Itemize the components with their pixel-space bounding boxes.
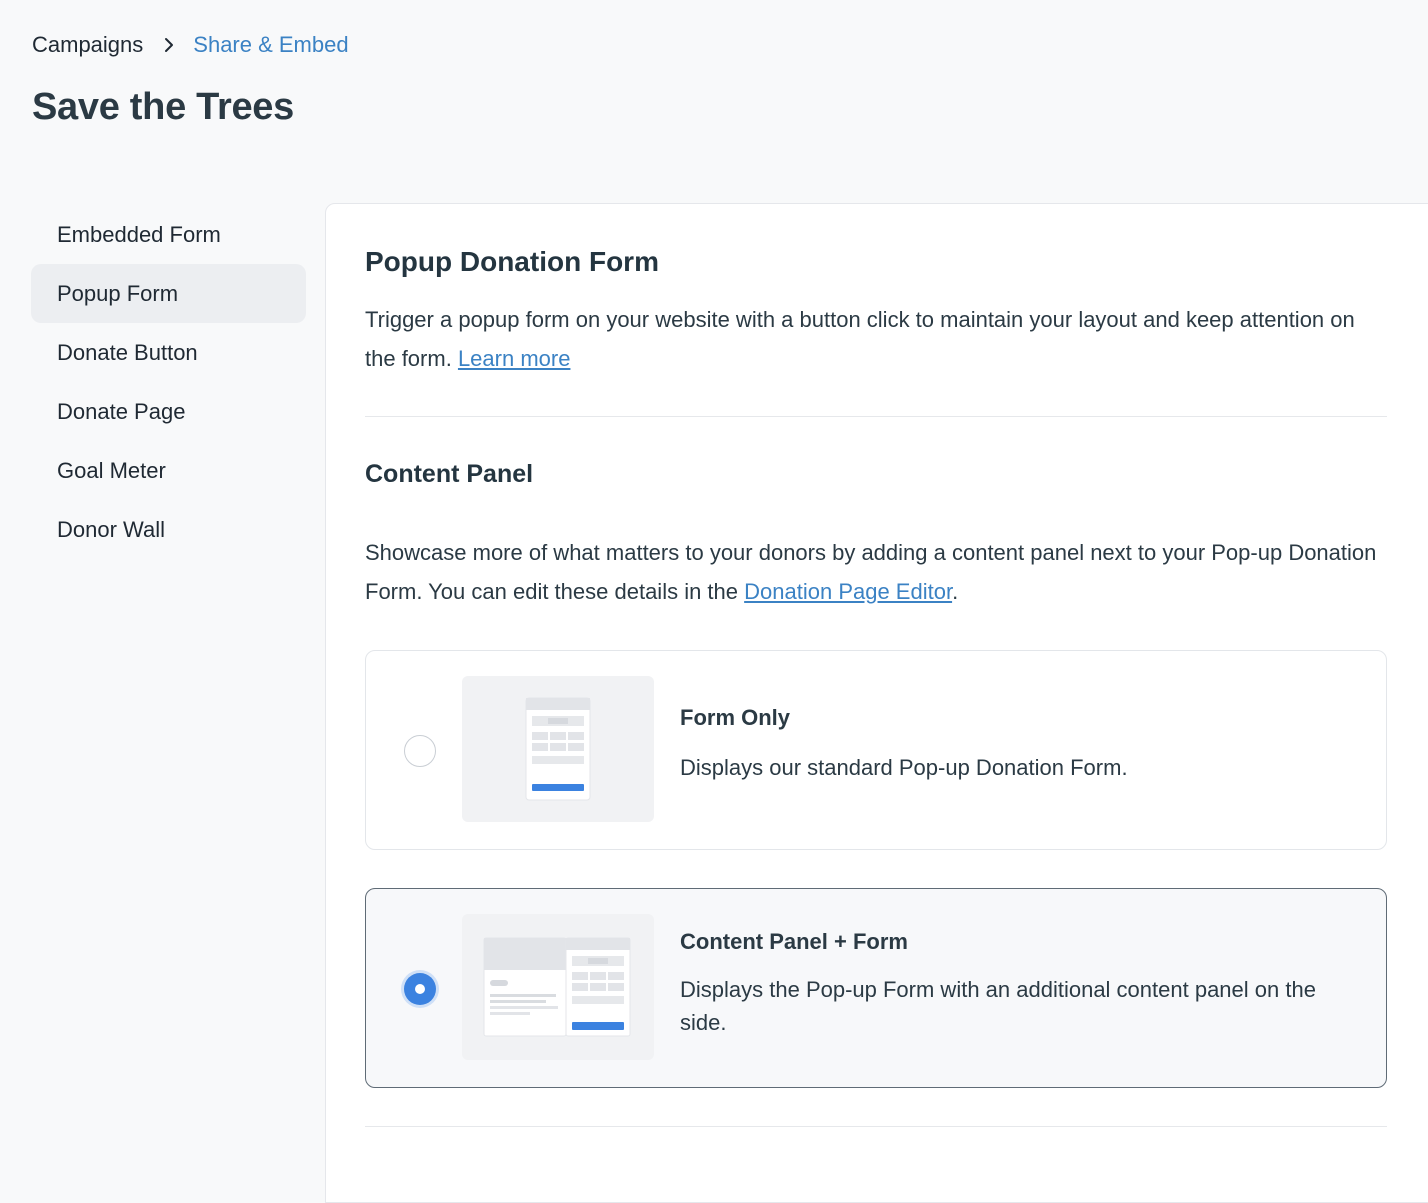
option-title: Form Only [680,705,791,730]
content-panel-description-suffix: . [952,579,959,604]
sidebar-item-label: Embedded Form [57,221,221,247]
content-panel-description: Showcase more of what matters to your do… [365,533,1380,611]
sidebar-item-popup-form[interactable]: Popup Form [31,264,306,323]
sidebar-item-donate-button[interactable]: Donate Button [31,323,306,382]
sidebar-item-label: Popup Form [57,280,179,306]
sidebar-item-embedded-form[interactable]: Embedded Form [31,205,306,264]
sidebar-item-label: Donor Wall [57,516,165,542]
breadcrumb-share-embed[interactable]: Share & Embed [193,30,348,60]
sidebar-item-label: Donate Page [57,398,186,424]
option-content-panel-form[interactable]: Content Panel + Form Displays the Pop-up… [365,888,1387,1088]
chevron-right-icon [159,35,179,55]
option-description: Displays the Pop-up Form with an additio… [680,977,1316,1035]
sidebar-nav: Embedded Form Popup Form Donate Button D… [31,205,306,559]
sidebar-item-donate-page[interactable]: Donate Page [31,382,306,441]
sidebar-item-label: Goal Meter [57,457,166,483]
option-form-only[interactable]: Form Only Displays our standard Pop-up D… [365,650,1387,850]
form-only-preview-image [462,676,654,822]
option-description: Displays our standard Pop-up Donation Fo… [680,755,1128,780]
content-panel-form-preview-image [462,914,654,1060]
divider [365,1126,1387,1127]
divider [365,416,1387,417]
radio-form-only[interactable] [404,735,436,767]
sidebar-item-donor-wall[interactable]: Donor Wall [31,500,306,559]
page-title: Save the Trees [32,86,294,128]
donation-page-editor-link[interactable]: Donation Page Editor [744,579,952,604]
radio-content-panel-form[interactable] [404,973,436,1005]
breadcrumb: Campaigns Share & Embed [32,30,349,60]
sidebar-item-label: Donate Button [57,339,198,365]
section-title: Popup Donation Form [365,246,659,277]
section-description: Trigger a popup form on your website wit… [365,300,1365,378]
main-panel: Popup Donation Form Trigger a popup form… [325,203,1428,1203]
content-panel-title: Content Panel [365,460,534,488]
breadcrumb-campaigns-link[interactable]: Campaigns [32,30,143,60]
learn-more-link[interactable]: Learn more [458,346,571,371]
option-title: Content Panel + Form [680,929,908,954]
sidebar-item-goal-meter[interactable]: Goal Meter [31,441,306,500]
